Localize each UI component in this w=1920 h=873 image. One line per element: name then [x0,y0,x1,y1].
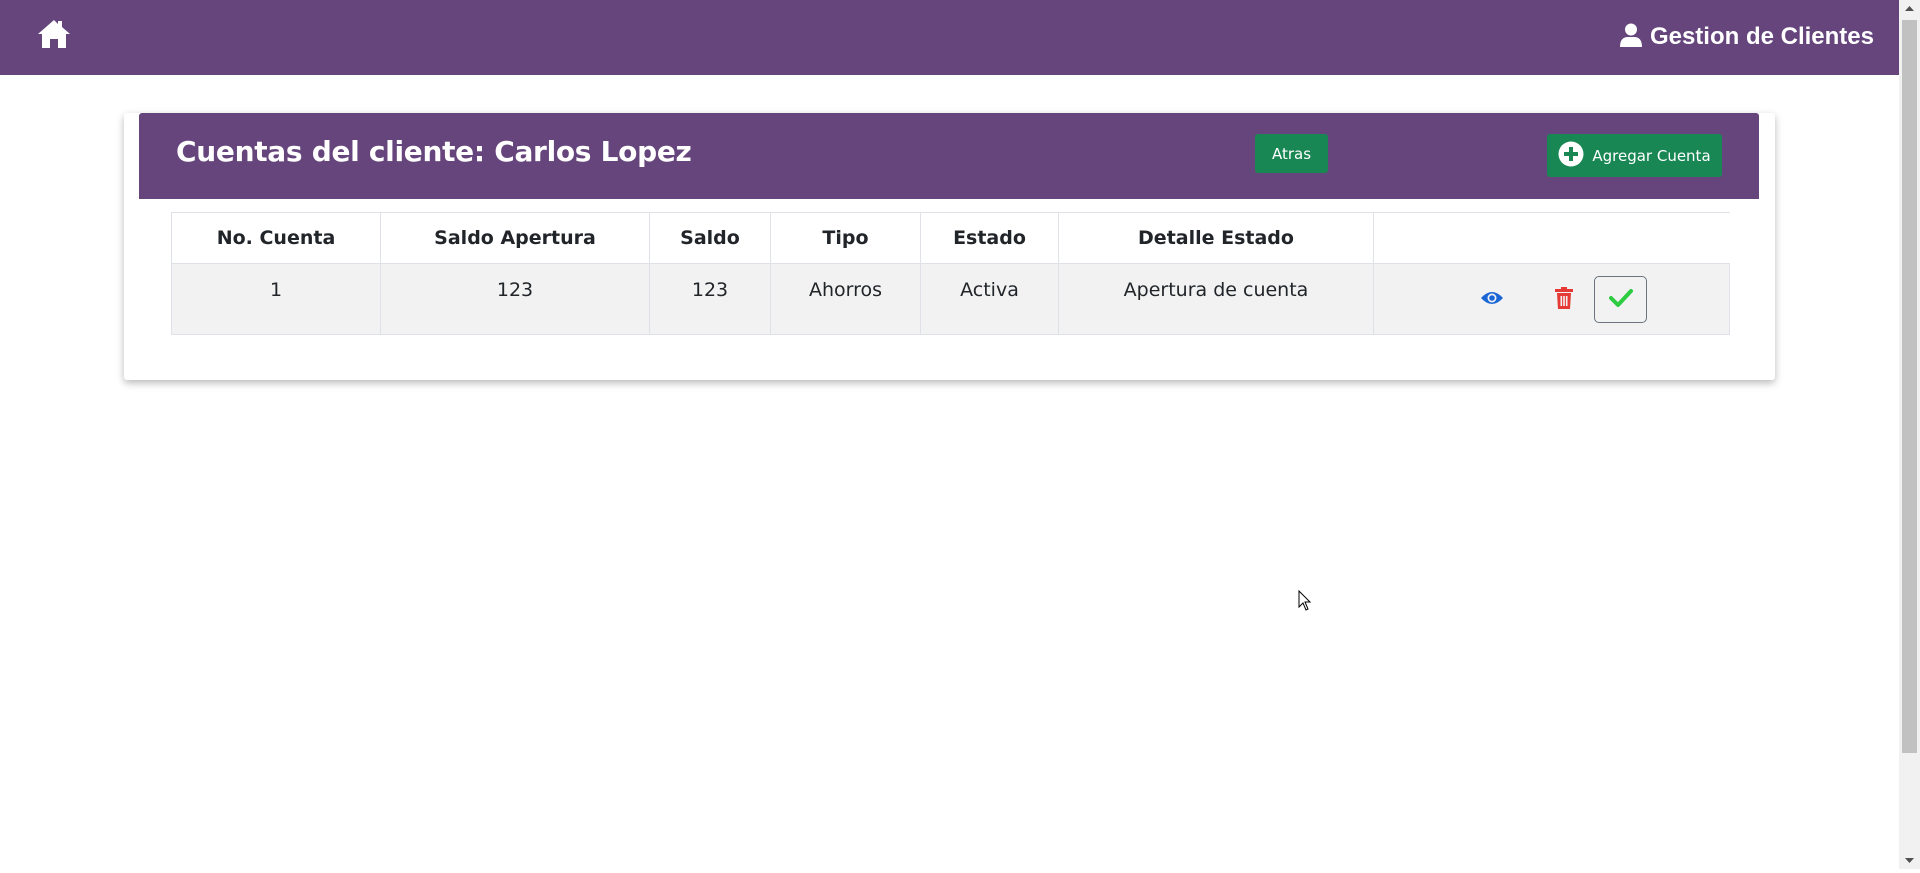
cell-saldo-apertura: 123 [380,263,650,335]
header-detalle-estado: Detalle Estado [1058,212,1374,264]
scroll-up-arrow-icon[interactable] [1899,0,1920,17]
cell-no-cuenta: 1 [171,263,381,335]
cell-actions [1373,263,1730,335]
header-no-cuenta: No. Cuenta [171,212,381,264]
accounts-table: No. Cuenta Saldo Apertura Saldo Tipo Est… [171,212,1730,335]
cell-detalle-estado: Apertura de cuenta [1058,263,1374,335]
header-actions [1373,212,1730,264]
header-saldo-apertura: Saldo Apertura [380,212,650,264]
header-saldo: Saldo [649,212,771,264]
add-account-button[interactable]: Agregar Cuenta [1547,134,1722,177]
header-estado: Estado [920,212,1059,264]
gestion-clientes-link[interactable]: Gestion de Clientes [1619,21,1874,53]
page-title: Cuentas del cliente: Carlos Lopez [176,135,692,168]
cell-tipo: Ahorros [770,263,921,335]
user-icon [1619,23,1642,51]
vertical-scrollbar[interactable] [1899,0,1920,869]
nav-title: Gestion de Clientes [1649,23,1874,50]
add-account-label: Agregar Cuenta [1592,146,1711,165]
mouse-cursor-icon [1298,589,1312,612]
home-icon[interactable] [36,17,72,51]
cell-estado: Activa [920,263,1059,335]
table-header-row: No. Cuenta Saldo Apertura Saldo Tipo Est… [171,212,1730,264]
card-header: Cuentas del cliente: Carlos Lopez [139,113,1759,199]
scroll-down-arrow-icon[interactable] [1899,852,1920,869]
header-tipo: Tipo [770,212,921,264]
trash-icon[interactable] [1554,286,1574,310]
activate-button[interactable] [1594,276,1647,323]
check-icon [1608,288,1633,311]
back-button-label: Atras [1271,144,1312,163]
plus-circle-icon [1558,141,1584,171]
top-navbar: Gestion de Clientes [0,0,1899,75]
scrollbar-thumb[interactable] [1902,20,1917,753]
eye-icon[interactable] [1480,287,1504,309]
back-button[interactable]: Atras [1255,134,1328,173]
cell-saldo: 123 [649,263,771,335]
